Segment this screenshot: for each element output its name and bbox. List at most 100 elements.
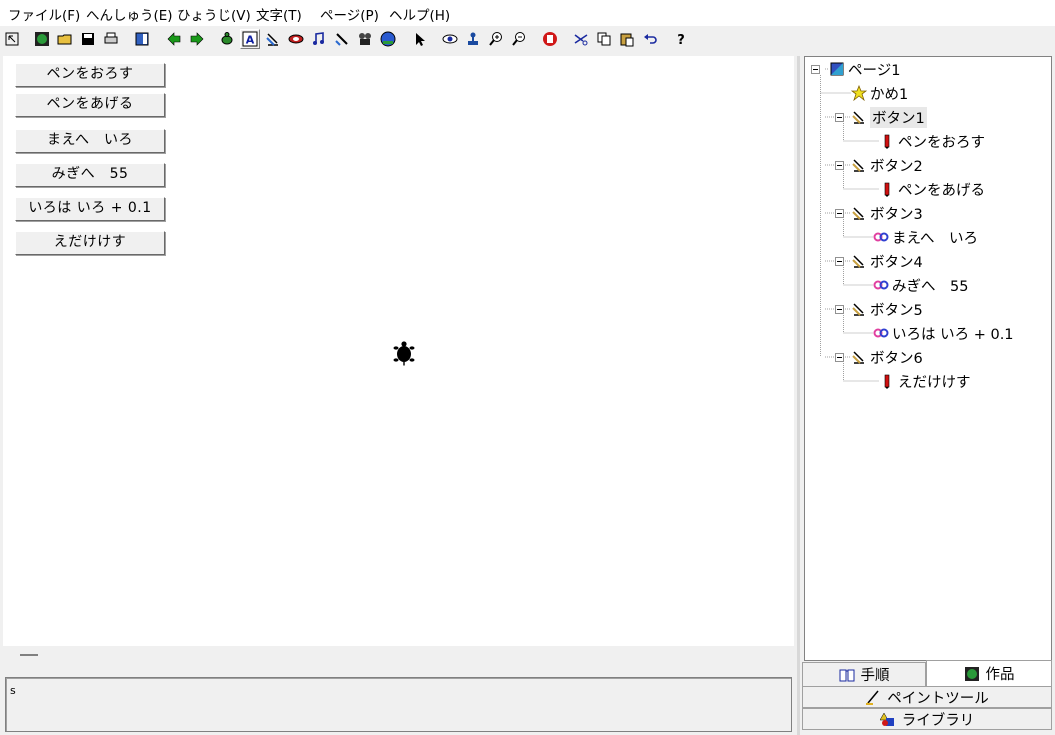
tree-node-action-4[interactable]: みぎへ 55 [873,275,968,295]
stamp-icon[interactable] [463,29,483,49]
tree-node-page[interactable]: ページ1 [829,59,900,79]
globe-icon[interactable] [32,29,52,49]
globe-tool-icon[interactable] [378,29,398,49]
tree-node-action-6[interactable]: えだけけす [879,371,971,391]
tree-label-action-6: えだけけす [898,374,971,391]
pen-icon [884,134,890,149]
tree-label-action-2: ペンをあげる [898,182,985,199]
tree-label-button-2: ボタン2 [870,158,923,175]
drawing-canvas[interactable]: ペンをおろす ペンをあげる まえへ いろ みぎへ 55 いろは いろ + 0.1… [3,56,794,646]
tree-node-button-2[interactable]: ボタン2 [851,155,923,175]
undo-icon[interactable] [640,29,660,49]
canvas-divider[interactable] [3,646,794,668]
tree-label-button-6: ボタン6 [870,350,923,367]
menu-page[interactable]: ページ(P) [320,4,379,24]
turtle-sprite[interactable] [392,340,416,366]
tree-label-button-4: ボタン4 [870,254,923,271]
tab-procedure-label: 手順 [860,668,890,684]
zoom-out-icon[interactable] [509,29,529,49]
menu-view[interactable]: ひょうじ(V) [177,4,251,24]
pen-up-button[interactable]: ペンをあげる [15,93,165,117]
tree-label-action-1: ペンをおろす [898,134,985,151]
toolbar: A ? [0,27,1055,52]
pen-icon [884,374,890,389]
tree-node-button-6[interactable]: ボタン6 [851,347,923,367]
clear-drawing-button[interactable]: えだけけす [15,231,165,255]
paintbrush-icon [866,690,879,705]
button-icon [852,207,864,220]
menu-edit[interactable]: へんしゅう(E) [86,4,173,24]
menu-text[interactable]: 文字(T) [256,4,302,24]
forward-arrow-icon[interactable] [187,29,207,49]
tree-node-button-3[interactable]: ボタン3 [851,203,923,223]
back-arrow-icon[interactable] [164,29,184,49]
tree-node-button-1[interactable]: ボタン1 [851,106,927,128]
tree-collapse-button-6[interactable] [835,353,844,362]
tree-node-action-1[interactable]: ペンをおろす [879,131,985,151]
pointer-select-icon[interactable] [3,29,21,49]
movie-tool-icon[interactable] [355,29,375,49]
pen-icon [884,182,890,197]
page-icon [830,62,844,76]
eye-icon[interactable] [440,29,460,49]
menu-file[interactable]: ファイル(F) [8,4,80,24]
tree-label-turtle: かめ1 [870,86,909,103]
command-input[interactable]: s [5,677,792,732]
panel-splitter[interactable] [797,56,800,735]
loop-icon [873,328,889,338]
object-tree: ページ1 かめ1 ボタン1 ペンをおろす ボタン2 ペンをあげる ボタン3 まえ… [804,56,1052,661]
drawing-tool-icon[interactable] [332,29,352,49]
forward-color-button[interactable]: まえへ いろ [15,129,165,153]
tree-node-turtle[interactable]: かめ1 [851,83,908,103]
page-view-icon[interactable] [132,29,152,49]
arrow-cursor-icon[interactable] [410,29,430,49]
tree-node-button-4[interactable]: ボタン4 [851,251,923,271]
tree-collapse-button-1[interactable] [835,113,844,122]
save-disk-icon[interactable] [78,29,98,49]
turtle-tool-icon[interactable] [217,29,237,49]
tree-collapse-button-5[interactable] [835,305,844,314]
button-tool-icon[interactable] [263,29,283,49]
tree-label-button-1: ボタン1 [870,106,927,128]
stop-hand-icon[interactable] [540,29,560,49]
color-increment-button[interactable]: いろは いろ + 0.1 [15,197,165,221]
music-tool-icon[interactable] [309,29,329,49]
tree-node-action-5[interactable]: いろは いろ + 0.1 [873,323,1014,343]
turtle-icon [851,85,867,101]
tab-library[interactable]: ライブラリ [802,708,1052,730]
tab-procedure[interactable]: 手順 [802,662,926,686]
turn-right-button[interactable]: みぎへ 55 [15,163,165,187]
tree-label-action-3: まえへ いろ [892,230,978,247]
tab-works-label: 作品 [985,667,1015,683]
pen-down-button[interactable]: ペンをおろす [15,63,165,87]
switch-tool-icon[interactable] [286,29,306,49]
help-icon[interactable]: ? [671,29,691,49]
tab-works[interactable]: 作品 [926,660,1052,686]
command-text: s [10,684,16,697]
menu-help[interactable]: ヘルプ(H) [389,4,450,24]
open-folder-icon[interactable] [55,29,75,49]
cut-icon[interactable] [571,29,591,49]
button-icon [852,255,864,268]
divider-grip[interactable] [20,654,38,656]
tree-collapse-button-4[interactable] [835,257,844,266]
tree-collapse-root[interactable] [811,65,820,74]
zoom-in-icon[interactable] [486,29,506,49]
tree-label-action-5: いろは いろ + 0.1 [892,326,1014,343]
tree-node-action-3[interactable]: まえへ いろ [873,227,978,247]
menu-bar: ファイル(F) へんしゅう(E) ひょうじ(V) 文字(T) ページ(P) ヘル… [0,0,1055,26]
tree-collapse-button-3[interactable] [835,209,844,218]
svg-text:A: A [246,34,255,47]
paste-icon[interactable] [617,29,637,49]
print-icon[interactable] [101,29,121,49]
button-icon [852,159,864,172]
text-tool-icon[interactable]: A [240,29,260,49]
tree-label-action-4: みぎへ 55 [892,278,969,295]
tree-node-action-2[interactable]: ペンをあげる [879,179,985,199]
tab-library-label: ライブラリ [901,712,975,729]
tree-collapse-button-2[interactable] [835,161,844,170]
tab-paint-tool[interactable]: ペイントツール [802,686,1052,708]
loop-icon [873,280,889,290]
copy-icon[interactable] [594,29,614,49]
tree-node-button-5[interactable]: ボタン5 [851,299,923,319]
